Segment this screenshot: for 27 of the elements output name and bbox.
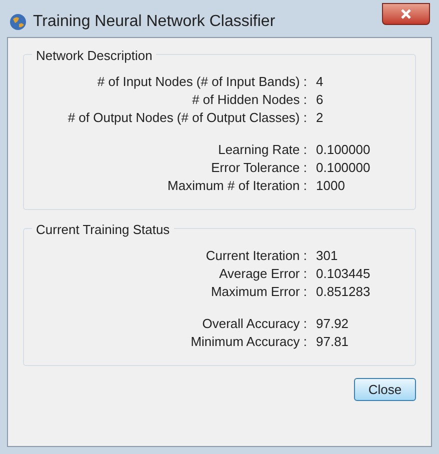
field-value: 0.100000 [316,141,370,160]
field-value: 1000 [316,177,345,196]
field-label: Maximum Error : [210,283,307,302]
field-label: Error Tolerance : [210,159,307,178]
field-value: 97.92 [316,315,349,334]
close-icon [400,9,412,19]
field-label: Learning Rate : [217,141,307,160]
field-value: 0.851283 [316,283,370,302]
field-label: # of Input Nodes (# of Input Bands) : [96,73,307,92]
window-title: Training Neural Network Classifier [33,12,276,32]
field-label: Current Iteration : [204,247,307,266]
field-label: Minimum Accuracy : [190,333,307,352]
globe-icon [9,13,27,31]
field-value: 0.103445 [316,265,370,284]
close-button[interactable] [382,3,430,25]
close-dialog-button[interactable]: Close [354,378,416,401]
field-label: Overall Accuracy : [201,315,307,334]
field-label: Average Error : [218,265,307,284]
field-value: 301 [316,247,338,266]
field-value: 0.100000 [316,159,370,178]
field-value: 2 [316,109,324,128]
field-value: 97.81 [316,333,349,352]
field-value: 4 [316,73,324,92]
field-label: # of Output Nodes (# of Output Classes) : [66,109,307,128]
field-value: 6 [316,91,324,110]
field-label: Maximum # of Iteration : [166,177,307,196]
field-label: # of Hidden Nodes : [191,91,307,110]
